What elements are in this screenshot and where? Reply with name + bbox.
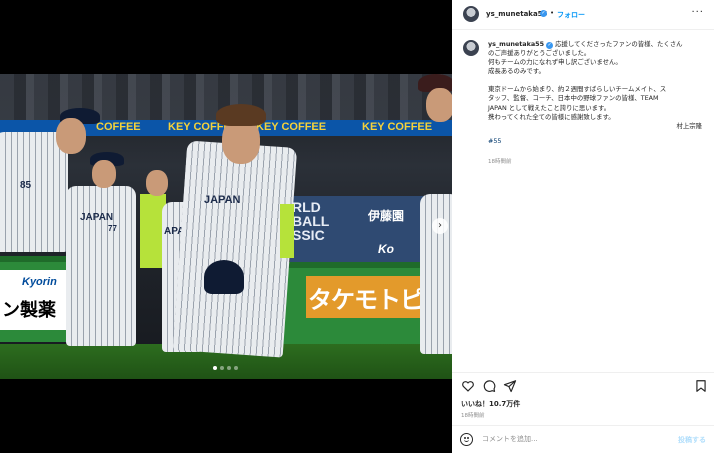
comment-input[interactable] xyxy=(482,435,632,443)
caption-avatar[interactable] xyxy=(463,40,479,56)
caption-line: 何もチームの力になれず申し訳ございません。 xyxy=(488,58,622,67)
post-media[interactable]: COFFEE KEY COFFEE KEY COFFEE KEY COFFEE … xyxy=(0,0,452,453)
banner-text: KEY COFFEE xyxy=(256,121,327,133)
player-face xyxy=(92,160,116,188)
comment-bubble-icon[interactable] xyxy=(482,379,496,393)
verified-badge-icon: ✓ xyxy=(540,10,547,17)
staff-vest xyxy=(280,204,294,258)
board-text: RLD BALL SSIC xyxy=(292,199,330,243)
username-link[interactable]: ys_munetaka55 xyxy=(486,10,547,18)
carousel-indicator xyxy=(213,366,238,370)
kyorin-sign-text: ン製薬 xyxy=(2,300,56,321)
jersey-number: 77 xyxy=(108,224,117,233)
avatar[interactable] xyxy=(463,6,479,22)
next-slide-button[interactable]: › xyxy=(432,218,448,234)
separator: • xyxy=(550,9,555,17)
carousel-dot xyxy=(213,366,217,370)
banner-text: COFFEE xyxy=(96,121,141,133)
caption-line: JAPAN として戦えたこと誇りに思います。 xyxy=(488,103,611,112)
post-actions xyxy=(452,372,714,402)
emoji-smiley-icon[interactable] xyxy=(460,433,473,446)
staff-face xyxy=(146,170,168,196)
like-heart-icon[interactable] xyxy=(461,379,475,393)
jersey-text: 85 xyxy=(20,180,32,191)
caption-line: 携わってくれた全ての皆様に感謝致します。 xyxy=(488,112,615,121)
caption-timestamp: 18時間前 xyxy=(488,159,512,165)
follow-button[interactable]: フォロー xyxy=(557,10,585,20)
post-modal: COFFEE KEY COFFEE KEY COFFEE KEY COFFEE … xyxy=(0,0,714,453)
caption-line: タッフ、監督、コーチ、日本中の野球ファンの皆様、TEAM xyxy=(488,94,659,103)
post-header: ys_munetaka55 ✓ • フォロー ··· xyxy=(452,0,714,30)
caption-line: 応援してくださったファンの皆様、たくさん xyxy=(555,40,683,48)
caption-username[interactable]: ys_munetaka55 xyxy=(488,40,544,48)
more-options-icon[interactable]: ··· xyxy=(691,8,704,18)
hashtag-link[interactable]: #55 xyxy=(488,137,708,146)
post-photo[interactable]: COFFEE KEY COFFEE KEY COFFEE KEY COFFEE … xyxy=(0,74,452,379)
kyorin-brand: Kyorin xyxy=(22,276,57,288)
carousel-dot xyxy=(234,366,238,370)
player-face xyxy=(426,88,452,122)
player-figure xyxy=(66,186,136,346)
featured-player-hair xyxy=(216,104,266,126)
post-timestamp[interactable]: 18時間前 xyxy=(461,411,485,419)
add-comment-bar: 投稿する xyxy=(452,425,714,453)
featured-player xyxy=(172,140,298,358)
jersey-text: JAPAN xyxy=(204,194,241,206)
share-send-icon[interactable] xyxy=(503,379,517,393)
caption-line: のご声援ありがとうございました。 xyxy=(488,49,591,58)
post-detail-panel: ys_munetaka55 ✓ • フォロー ··· ys_munetaka55… xyxy=(452,0,714,453)
board-logo: Ko xyxy=(378,242,394,256)
carousel-dot xyxy=(220,366,224,370)
jersey-text: JAPAN xyxy=(80,212,114,223)
player-figure xyxy=(0,132,68,252)
banner-text: KEY COFFEE xyxy=(362,121,433,133)
itoen-logo: 伊藤園 xyxy=(368,209,405,223)
verified-badge-icon: ✓ xyxy=(546,42,554,49)
post-comment-button[interactable]: 投稿する xyxy=(678,435,706,445)
caption-signature: 村上宗隆 xyxy=(676,121,702,130)
likes-count[interactable]: いいね！10.7万件 xyxy=(461,399,520,409)
carousel-dot xyxy=(227,366,231,370)
bookmark-save-icon[interactable] xyxy=(694,379,708,393)
caption-line: 成長あるのみです。 xyxy=(488,67,545,76)
player-face xyxy=(56,118,86,154)
held-cap xyxy=(204,260,244,294)
caption: ys_munetaka55 ✓ 応援してくださったファンの皆様、たくさん のご声援あ… xyxy=(488,40,708,146)
